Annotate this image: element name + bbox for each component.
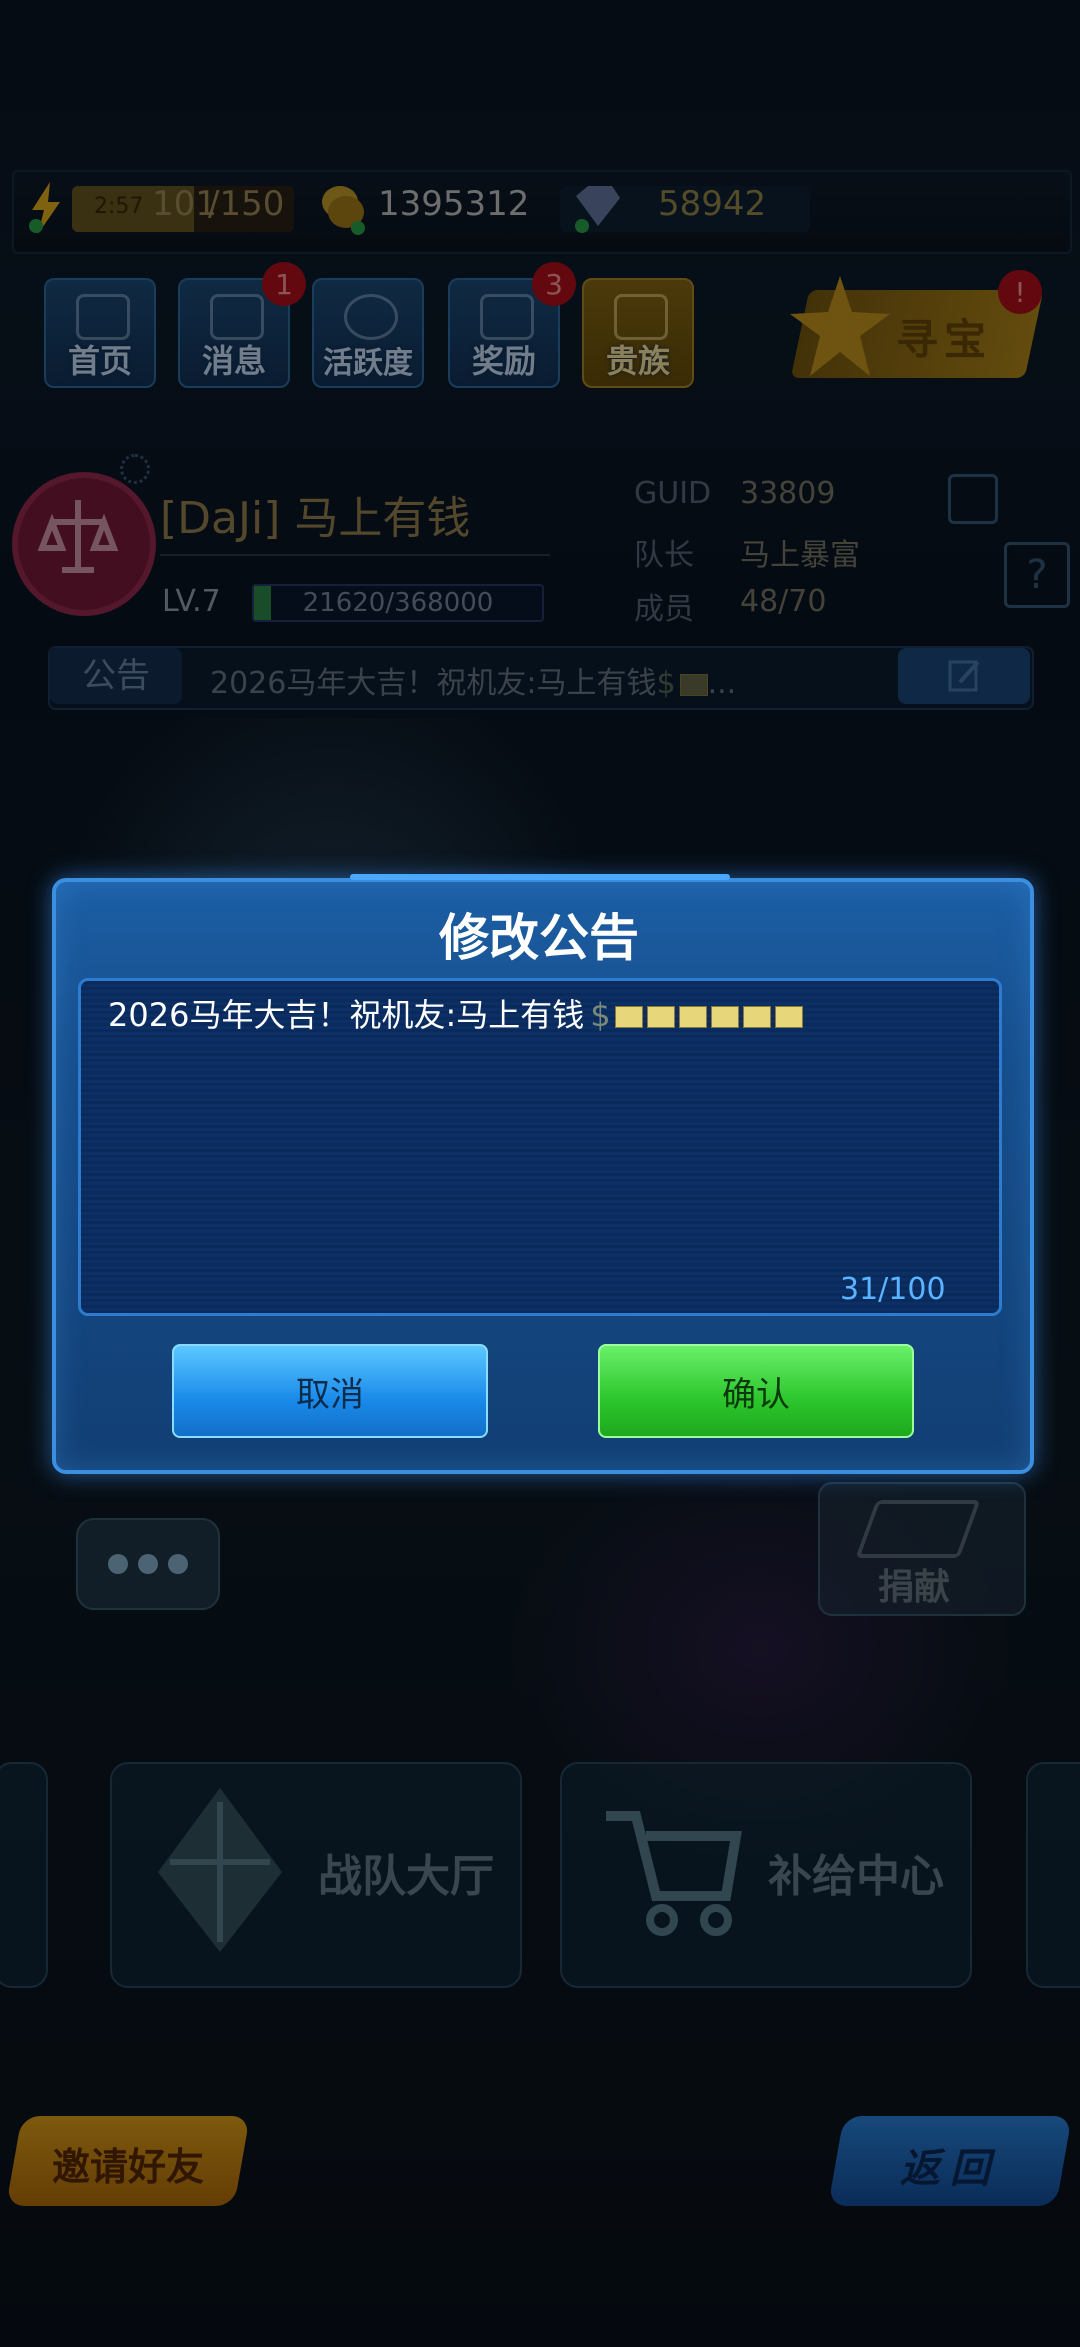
- cancel-label: 取消: [296, 1374, 364, 1415]
- money-emoji-icon: [678, 1006, 707, 1028]
- money-emoji-icon: [646, 1006, 675, 1028]
- char-counter: 31/100: [840, 1272, 946, 1307]
- confirm-button[interactable]: 确认: [598, 1344, 914, 1438]
- confirm-label: 确认: [722, 1374, 790, 1415]
- dialog-top-trim: [350, 874, 730, 880]
- dollar-glyph: $: [590, 996, 611, 1034]
- dialog-title: 修改公告: [439, 909, 639, 967]
- money-emoji-icon: [614, 1006, 643, 1028]
- money-emoji-icon: [742, 1006, 771, 1028]
- notice-textarea-content: 2026马年大吉！祝机友:马上有钱 $: [108, 990, 803, 1036]
- cancel-button[interactable]: 取消: [172, 1344, 488, 1438]
- money-emoji-icon: [774, 1006, 803, 1028]
- money-emoji-icon: [710, 1006, 739, 1028]
